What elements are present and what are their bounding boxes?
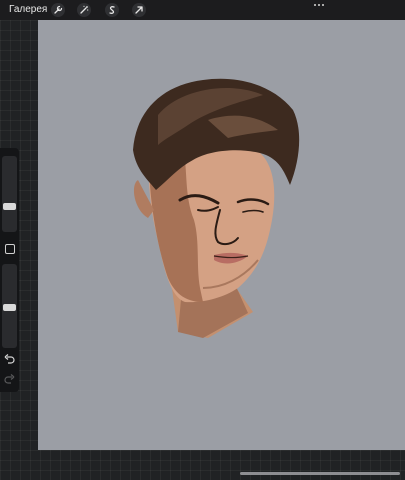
brush-size-handle[interactable] <box>3 202 16 210</box>
top-toolbar: Галерея <box>0 0 405 20</box>
brush-size-slider[interactable] <box>2 156 17 232</box>
magic-wand-icon[interactable] <box>77 3 91 17</box>
undo-icon[interactable] <box>4 354 15 364</box>
portrait-illustration <box>133 78 300 338</box>
drawing-canvas[interactable] <box>38 20 405 450</box>
square-icon[interactable] <box>5 244 15 254</box>
gallery-button[interactable]: Галерея <box>9 4 47 16</box>
selection-icon[interactable] <box>105 3 119 17</box>
home-indicator[interactable] <box>240 472 400 475</box>
opacity-handle[interactable] <box>3 304 16 312</box>
wrench-icon[interactable] <box>51 3 65 17</box>
redo-icon[interactable] <box>4 374 15 384</box>
transform-arrow-icon[interactable] <box>132 3 146 17</box>
ellipsis-icon[interactable] <box>312 1 326 9</box>
sidebar <box>0 148 19 392</box>
